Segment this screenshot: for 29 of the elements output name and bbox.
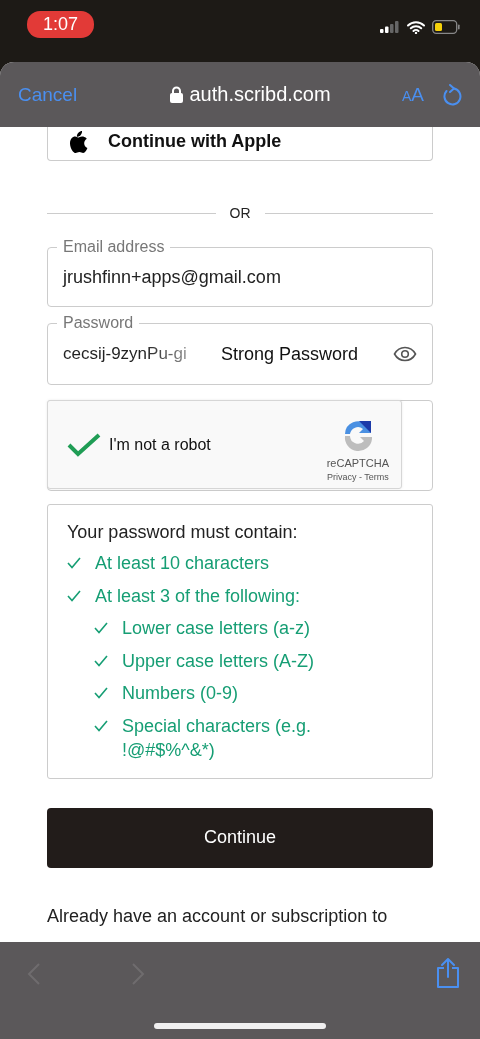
checkmark-icon[interactable] xyxy=(66,431,102,458)
signal-icon xyxy=(380,21,400,33)
requirement-text: Lower case letters (a-z) xyxy=(122,617,311,640)
account-note: Already have an account or subscription to xyxy=(47,904,389,928)
requirement-text: Upper case letters (A-Z) xyxy=(122,649,315,673)
password-field[interactable]: Password cecsij-9zynPu-gi Strong Password xyxy=(47,313,433,385)
requirement-text: Special characters (e.g. !@#$%^&*) xyxy=(122,714,313,762)
share-icon[interactable] xyxy=(436,958,460,988)
url-text[interactable]: auth.scribd.com xyxy=(189,83,331,106)
privacy-terms-links[interactable]: Privacy - Terms xyxy=(326,471,389,482)
reload-icon[interactable] xyxy=(442,83,462,106)
wifi-icon xyxy=(407,20,425,34)
divider-label: OR xyxy=(229,205,251,221)
status-time: 1:07 xyxy=(27,11,95,38)
continue-button[interactable]: Continue xyxy=(47,807,433,868)
requirements-title: Your password must contain: xyxy=(67,522,299,543)
strong-password-label: Strong Password xyxy=(221,343,360,365)
recaptcha-label: reCAPTCHA xyxy=(326,456,389,469)
requirement-text: Numbers (0-9) xyxy=(122,682,239,705)
requirement-text: At least 10 characters xyxy=(95,552,270,575)
requirement-text: At least 3 of the following: xyxy=(95,584,301,608)
apple-sign-in-button[interactable]: Continue with Apple xyxy=(47,127,433,161)
field-value: jrushfinn+apps@gmail.com xyxy=(63,266,281,288)
battery-icon xyxy=(432,20,460,34)
captcha-label: I'm not a robot xyxy=(109,435,212,454)
lock-icon xyxy=(170,86,184,103)
eye-icon[interactable] xyxy=(393,346,417,362)
apple-icon xyxy=(68,130,88,153)
email-field[interactable]: Email address jrushfinn+apps@gmail.com xyxy=(47,237,433,307)
